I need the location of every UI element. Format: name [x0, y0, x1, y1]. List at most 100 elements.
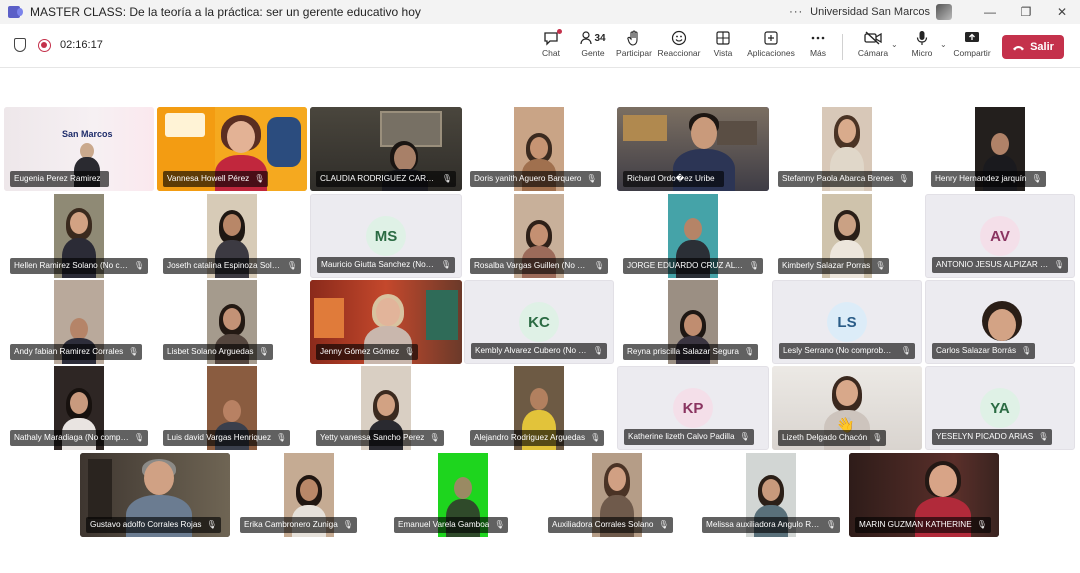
participant-tile[interactable]: 👋 Lizeth Delgado Chacón 🎙 — [772, 366, 922, 450]
organization-name[interactable]: Universidad San Marcos — [810, 6, 930, 18]
participant-tile[interactable]: San Marcos Eugenia Perez Ramirez — [4, 107, 154, 191]
name-label: CLAUDIA RODRIGUEZ CARVAJAL🎙 — [316, 171, 456, 187]
participant-tile[interactable]: LS Lesly Serrano (No comprobado) 🎙 — [772, 280, 922, 364]
share-button[interactable]: Compartir — [952, 28, 992, 64]
chat-icon — [543, 28, 562, 48]
participant-tile[interactable]: Melissa auxiliadora Angulo Rojas 🎙 — [696, 453, 846, 537]
name-label: Kembly Alvarez Cubero (No comprobado)🎙 — [471, 343, 607, 359]
camera-button[interactable]: Cámara — [856, 28, 890, 64]
account-avatar[interactable] — [936, 4, 952, 20]
participant-tile[interactable]: Nathaly Maradiaga (No comprobado)🎙 — [4, 366, 154, 450]
toolbar-divider — [842, 34, 843, 60]
participant-tile[interactable]: MS Mauricio Giutta Sanchez (No comprobad… — [310, 194, 462, 278]
minimize-button[interactable]: — — [972, 5, 1008, 19]
meeting-timer: 02:16:17 — [60, 39, 103, 51]
participant-tile[interactable]: Hellen Ramirez Solano (No comprobado)🎙 — [4, 194, 154, 278]
mic-button[interactable]: Micro — [908, 28, 936, 64]
participant-tile[interactable]: Kimberly Salazar Porras 🎙 — [772, 194, 922, 278]
view-label: Vista — [713, 48, 733, 58]
participant-tile[interactable]: MARIN GUZMAN KATHERINE 🎙 — [849, 453, 999, 537]
react-button[interactable]: Reaccionar — [657, 28, 701, 64]
close-window-button[interactable]: ✕ — [1044, 5, 1080, 19]
name-label: Richard Ordo�ez Uribe — [623, 171, 724, 187]
mic-off-icon: 🎙 — [825, 520, 836, 529]
people-label: Gente — [581, 48, 605, 58]
participant-tile[interactable]: JORGE EDUARDO CRUZ ALVAREZ🎙 — [617, 194, 769, 278]
mic-label: Micro — [911, 48, 933, 58]
participant-tile[interactable]: Erika Cambronero Zuniga 🎙 — [234, 453, 384, 537]
participant-tile[interactable]: YA YESELYN PICADO ARIAS 🎙 — [925, 366, 1075, 450]
name-label: JORGE EDUARDO CRUZ ALVAREZ🎙 — [623, 258, 763, 274]
camera-options-chevron-icon[interactable]: ⌄ — [891, 40, 898, 49]
react-label: Reaccionar — [657, 48, 701, 58]
name-label: ANTONIO JESUS ALPIZAR CORDERO🎙 — [932, 257, 1068, 273]
chat-button[interactable]: Chat — [538, 28, 564, 64]
name-label: Yetty vanessa Sancho Perez 🎙 — [316, 430, 444, 446]
mic-off-icon: 🎙 — [592, 346, 603, 355]
participant-tile[interactable]: Richard Ordo�ez Uribe — [617, 107, 769, 191]
participant-tile[interactable]: Yetty vanessa Sancho Perez 🎙 — [310, 366, 462, 450]
participant-tile[interactable]: Vannesa Howell Pérez 🎙 — [157, 107, 307, 191]
participant-tile[interactable]: Alejandro Rodriguez Arguedas 🎙 — [464, 366, 614, 450]
microphone-icon — [916, 28, 928, 48]
participant-tile[interactable]: Carlos Salazar Borrás 🎙 — [925, 280, 1075, 364]
participant-tile[interactable]: KC Kembly Alvarez Cubero (No comprobado)… — [464, 280, 614, 364]
grid-view-icon — [716, 28, 730, 48]
camera-off-icon — [864, 28, 882, 48]
window-title: MASTER CLASS: De la teoría a la práctica… — [30, 5, 421, 19]
participant-tile[interactable]: Emanuel Varela Gamboa 🎙 — [388, 453, 538, 537]
name-label: Auxiliadora Corrales Solano 🎙 — [548, 517, 673, 533]
name-label: Reyna priscilla Salazar Segura 🎙 — [623, 344, 759, 360]
mic-off-icon: 🎙 — [900, 346, 911, 355]
name-label: Lisbet Solano Arguedas 🎙 — [163, 344, 273, 360]
initials-avatar: LS — [827, 302, 867, 342]
mic-off-icon: 🎙 — [658, 520, 669, 529]
name-label: YESELYN PICADO ARIAS 🎙 — [932, 429, 1053, 445]
mic-off-icon: 🎙 — [258, 347, 269, 356]
participant-tile[interactable]: Doris yanith Aguero Barquero 🎙 — [464, 107, 614, 191]
mic-off-icon: 🎙 — [404, 347, 415, 356]
participant-tile[interactable]: Auxiliadora Corrales Solano 🎙 — [542, 453, 692, 537]
participant-tile[interactable]: Henry Hernandez jarquín 🎙 — [925, 107, 1075, 191]
participant-tile[interactable]: CLAUDIA RODRIGUEZ CARVAJAL🎙 — [310, 107, 462, 191]
raise-hand-label: Participar — [616, 48, 652, 58]
participant-tile[interactable]: Andy fabian Ramirez Corrales 🎙 — [4, 280, 154, 364]
name-label: Luis david Vargas Henriquez 🎙 — [163, 430, 291, 446]
participant-tile[interactable]: Rosalba Vargas Guillen (No comprobado)🎙 — [464, 194, 614, 278]
participant-tile[interactable]: Reyna priscilla Salazar Segura 🎙 — [617, 280, 769, 364]
raise-hand-icon — [627, 28, 641, 48]
view-button[interactable]: Vista — [710, 28, 736, 64]
more-actions-button[interactable]: Más — [806, 28, 830, 64]
shield-icon[interactable] — [14, 38, 26, 52]
participant-tile[interactable]: Jenny Gómez Gómez 🎙 — [310, 280, 462, 364]
recording-icon — [38, 39, 51, 52]
name-label: Stefanny Paola Abarca Brenes 🎙 — [778, 171, 913, 187]
mic-off-icon: 🎙 — [872, 433, 883, 442]
raise-hand-button[interactable]: Participar — [616, 28, 652, 64]
participant-tile[interactable]: Lisbet Solano Arguedas 🎙 — [157, 280, 307, 364]
people-button[interactable]: 34 Gente — [578, 28, 608, 64]
participant-tile[interactable]: Gustavo adolfo Corrales Rojas 🎙 — [80, 453, 230, 537]
mic-off-icon: 🎙 — [254, 174, 265, 183]
smiley-icon — [671, 28, 687, 48]
mic-off-icon: 🎙 — [133, 261, 144, 270]
title-bar: MASTER CLASS: De la teoría a la práctica… — [0, 0, 1080, 24]
mic-options-chevron-icon[interactable]: ⌄ — [940, 40, 947, 49]
mic-off-icon: 🎙 — [276, 433, 287, 442]
maximize-button[interactable]: ❐ — [1008, 5, 1044, 19]
unread-badge — [557, 29, 562, 34]
participant-tile[interactable]: AV ANTONIO JESUS ALPIZAR CORDERO🎙 — [925, 194, 1075, 278]
camera-label: Cámara — [857, 48, 889, 58]
more-options-icon[interactable]: ··· — [786, 6, 806, 18]
participant-tile[interactable]: KP Katherine lizeth Calvo Padilla 🎙 — [617, 366, 769, 450]
mic-off-icon: 🎙 — [1021, 346, 1032, 355]
name-label: Kimberly Salazar Porras 🎙 — [778, 258, 890, 274]
participant-tile[interactable]: Joseth catalina Espinoza Solano 🎙 — [157, 194, 307, 278]
participant-tile[interactable]: Stefanny Paola Abarca Brenes 🎙 — [772, 107, 922, 191]
name-label: Jenny Gómez Gómez 🎙 — [316, 344, 419, 360]
name-label: MARIN GUZMAN KATHERINE 🎙 — [855, 517, 991, 533]
leave-button[interactable]: Salir — [1002, 35, 1064, 59]
apps-button[interactable]: Aplicaciones — [746, 28, 796, 64]
leave-label: Salir — [1030, 41, 1054, 53]
participant-tile[interactable]: Luis david Vargas Henriquez 🎙 — [157, 366, 307, 450]
